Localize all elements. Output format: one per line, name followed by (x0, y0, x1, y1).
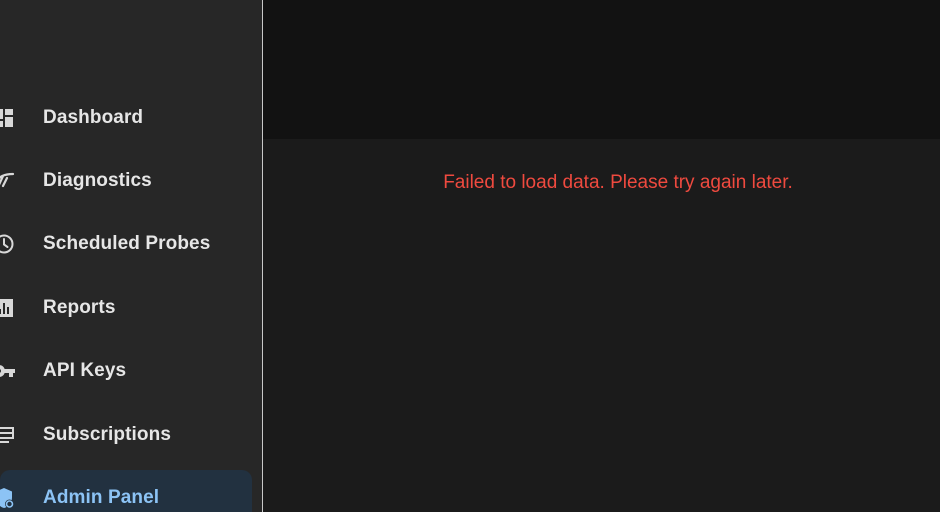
clock-icon (0, 232, 16, 256)
sidebar-item-reports[interactable]: Reports (0, 280, 252, 336)
bar-chart-icon (0, 296, 16, 320)
sidebar-item-dashboard[interactable]: Dashboard (0, 90, 252, 146)
sidebar: Dashboard Diagnostics Scheduled Probes R… (0, 0, 263, 512)
subscriptions-icon (0, 423, 16, 447)
app-window: Dashboard Diagnostics Scheduled Probes R… (0, 0, 940, 512)
main-content: Failed to load data. Please try again la… (263, 139, 940, 512)
sidebar-item-api-keys[interactable]: API Keys (0, 343, 252, 399)
sidebar-item-label: Scheduled Probes (43, 233, 211, 254)
sidebar-item-label: Diagnostics (43, 170, 152, 191)
dashboard-icon (0, 106, 16, 130)
sidebar-item-admin-panel[interactable]: Admin Panel (0, 470, 252, 512)
sidebar-item-subscriptions[interactable]: Subscriptions (0, 407, 252, 463)
sidebar-item-label: API Keys (43, 360, 127, 381)
sidebar-item-label: Reports (43, 297, 116, 318)
sidebar-item-scheduled-probes[interactable]: Scheduled Probes (0, 216, 252, 272)
sidebar-item-diagnostics[interactable]: Diagnostics (0, 153, 252, 209)
sidebar-item-label: Admin Panel (43, 487, 160, 508)
diagnostics-icon (0, 169, 16, 193)
top-header-bar (263, 0, 940, 139)
admin-shield-icon (0, 486, 16, 510)
sidebar-item-label: Subscriptions (43, 424, 171, 445)
key-icon (0, 359, 16, 383)
sidebar-item-label: Dashboard (43, 107, 144, 128)
error-message: Failed to load data. Please try again la… (443, 172, 793, 193)
